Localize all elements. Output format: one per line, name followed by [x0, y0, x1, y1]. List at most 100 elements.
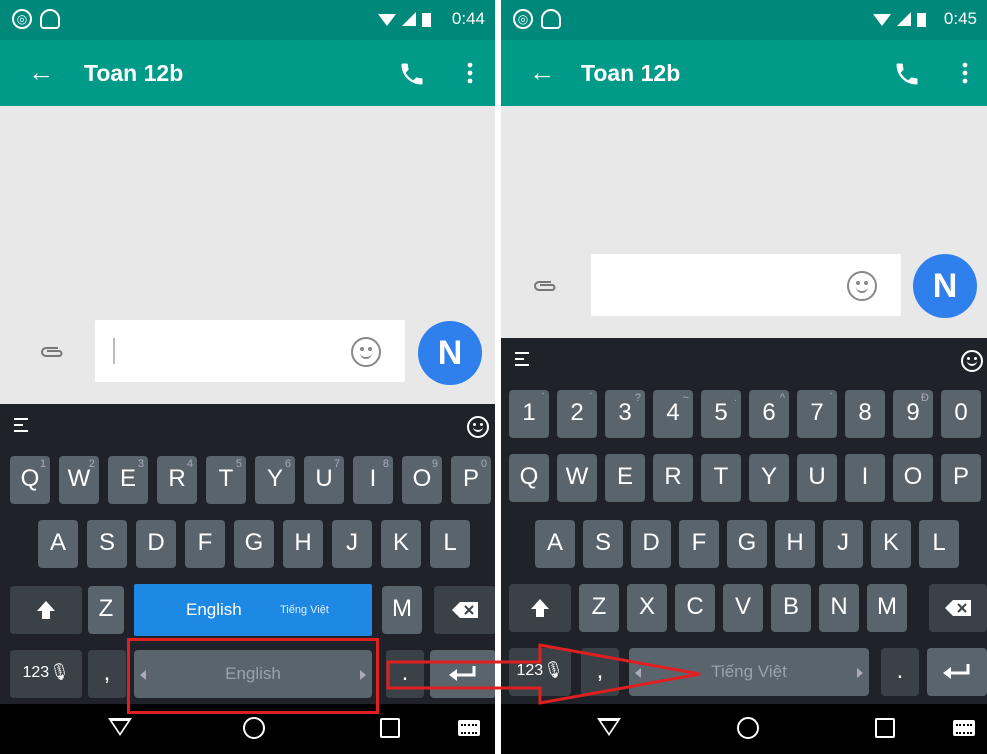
key-z[interactable]: Z: [579, 584, 619, 632]
key-l[interactable]: L: [430, 520, 470, 568]
contact-avatar[interactable]: N: [913, 254, 977, 318]
key-5[interactable]: 5.: [701, 390, 741, 438]
key-y[interactable]: Y6: [255, 456, 295, 504]
nav-home-icon[interactable]: [737, 717, 759, 739]
nav-recents-icon[interactable]: [875, 718, 895, 738]
key-e[interactable]: E: [605, 454, 645, 502]
key-r[interactable]: R: [653, 454, 693, 502]
period-key[interactable]: .: [881, 648, 919, 696]
key-q[interactable]: Q: [509, 454, 549, 502]
key-f[interactable]: F: [185, 520, 225, 568]
key-o[interactable]: O9: [402, 456, 442, 504]
key-w[interactable]: W: [557, 454, 597, 502]
comma-key[interactable]: ,: [88, 650, 126, 698]
backspace-key[interactable]: [929, 584, 987, 632]
key-h[interactable]: H: [775, 520, 815, 568]
key-t[interactable]: T: [701, 454, 741, 502]
message-input[interactable]: [591, 254, 901, 316]
key-q[interactable]: Q1: [10, 456, 50, 504]
key-h[interactable]: H: [283, 520, 323, 568]
key-f[interactable]: F: [679, 520, 719, 568]
enter-key[interactable]: [927, 648, 987, 696]
key-w[interactable]: W2: [59, 456, 99, 504]
keyboard-menu-icon[interactable]: [515, 352, 529, 366]
key-y[interactable]: Y: [749, 454, 789, 502]
key-j[interactable]: J: [332, 520, 372, 568]
backspace-key[interactable]: [434, 586, 495, 634]
comma-key[interactable]: ,: [581, 648, 619, 696]
spacebar[interactable]: Tiếng Việt: [629, 648, 869, 696]
key-l[interactable]: L: [919, 520, 959, 568]
key-7[interactable]: 7 `: [797, 390, 837, 438]
key-p[interactable]: P0: [451, 456, 491, 504]
key-g[interactable]: G: [234, 520, 274, 568]
key-label: S: [98, 529, 115, 556]
key-k[interactable]: K: [381, 520, 421, 568]
keyboard-menu-icon[interactable]: [14, 418, 28, 432]
key-t[interactable]: T5: [206, 456, 246, 504]
key-z[interactable]: Z: [88, 586, 124, 634]
emoji-icon[interactable]: [467, 416, 489, 438]
nav-back-icon[interactable]: [108, 718, 132, 736]
phone-call-icon[interactable]: [398, 60, 426, 88]
language-switch-popup[interactable]: English Tiếng Việt: [134, 584, 372, 636]
enter-key[interactable]: [430, 650, 495, 698]
key-1[interactable]: 1 `: [509, 390, 549, 438]
spacebar[interactable]: English: [134, 650, 372, 698]
key-4[interactable]: 4 ~: [653, 390, 693, 438]
key-u[interactable]: U7: [304, 456, 344, 504]
nav-back-icon[interactable]: [597, 718, 621, 736]
emoji-icon[interactable]: [961, 350, 983, 372]
key-o[interactable]: O: [893, 454, 933, 502]
key-m[interactable]: M: [867, 584, 907, 632]
emoji-button-icon[interactable]: [351, 337, 381, 367]
shift-key[interactable]: [509, 584, 571, 632]
message-input[interactable]: [95, 320, 405, 382]
key-6[interactable]: 6 ^: [749, 390, 789, 438]
period-key[interactable]: .: [386, 650, 424, 698]
key-v[interactable]: V: [723, 584, 763, 632]
contact-avatar[interactable]: N: [418, 321, 482, 385]
key-i[interactable]: I: [845, 454, 885, 502]
key-9[interactable]: 9Đ: [893, 390, 933, 438]
key-x[interactable]: X: [627, 584, 667, 632]
key-s[interactable]: S: [583, 520, 623, 568]
more-options-icon[interactable]: [466, 61, 474, 85]
key-a[interactable]: A: [38, 520, 78, 568]
keyboard-switch-icon[interactable]: [458, 720, 480, 736]
more-options-icon[interactable]: [961, 61, 969, 85]
keyboard-switch-icon[interactable]: [953, 720, 975, 736]
symbols-key[interactable]: 123🎙: [10, 650, 82, 698]
nav-recents-icon[interactable]: [380, 718, 400, 738]
key-r[interactable]: R4: [157, 456, 197, 504]
attachment-icon[interactable]: [38, 344, 66, 360]
key-0[interactable]: 0: [941, 390, 981, 438]
key-p[interactable]: P: [941, 454, 981, 502]
key-m[interactable]: M: [382, 586, 422, 634]
conversation-title: Toan 12b: [84, 60, 184, 86]
key-a[interactable]: A: [535, 520, 575, 568]
key-e[interactable]: E3: [108, 456, 148, 504]
key-8[interactable]: 8: [845, 390, 885, 438]
shift-key[interactable]: [10, 586, 82, 634]
key-j[interactable]: J: [823, 520, 863, 568]
key-s[interactable]: S: [87, 520, 127, 568]
key-d[interactable]: D: [136, 520, 176, 568]
key-k[interactable]: K: [871, 520, 911, 568]
emoji-button-icon[interactable]: [847, 271, 877, 301]
attachment-icon[interactable]: [531, 278, 559, 294]
key-i[interactable]: I8: [353, 456, 393, 504]
key-g[interactable]: G: [727, 520, 767, 568]
nav-home-icon[interactable]: [243, 717, 265, 739]
key-d[interactable]: D: [631, 520, 671, 568]
key-3[interactable]: 3?: [605, 390, 645, 438]
phone-call-icon[interactable]: [893, 60, 921, 88]
key-u[interactable]: U: [797, 454, 837, 502]
symbols-key[interactable]: 123🎙: [509, 648, 571, 696]
back-arrow-icon[interactable]: ←: [28, 59, 54, 85]
key-n[interactable]: N: [819, 584, 859, 632]
key-2[interactable]: 2 ´: [557, 390, 597, 438]
back-arrow-icon[interactable]: ←: [529, 59, 555, 85]
key-c[interactable]: C: [675, 584, 715, 632]
key-b[interactable]: B: [771, 584, 811, 632]
